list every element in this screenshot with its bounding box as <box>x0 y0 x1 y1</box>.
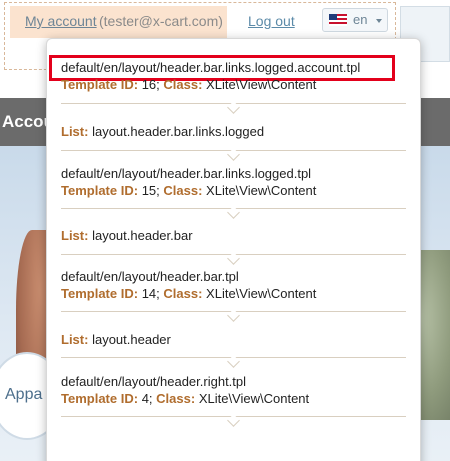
list-entry: List: layout.header <box>61 332 171 347</box>
separator <box>61 309 406 322</box>
template-inspector-popup: default/en/layout/header.bar.links.logge… <box>46 38 421 461</box>
template-path: default/en/layout/header.right.tpl <box>61 374 247 389</box>
template-meta: Template ID: 4; Class: XLite\View\Conten… <box>61 391 310 406</box>
list-entry: List: layout.header.bar.links.logged <box>61 124 264 139</box>
template-entry: default/en/layout/header.bar.tpl Templat… <box>61 269 316 301</box>
template-id-label: Template ID: <box>61 77 139 92</box>
class-label: Class: <box>163 286 203 301</box>
separator <box>61 206 406 219</box>
class-label: Class: <box>156 391 196 406</box>
separator <box>61 355 406 368</box>
us-flag-icon <box>329 14 347 26</box>
template-id-value: 14 <box>141 286 157 301</box>
template-path: default/en/layout/header.bar.tpl <box>61 269 239 284</box>
separator <box>61 414 406 427</box>
class-value: XLite\View\Content <box>206 286 317 301</box>
template-id-value: 15 <box>141 183 157 198</box>
template-path: default/en/layout/header.bar.links.logge… <box>61 166 312 181</box>
template-meta: Template ID: 15; Class: XLite\View\Conte… <box>61 183 317 198</box>
template-entry: default/en/layout/header.right.tpl Templ… <box>61 374 309 406</box>
list-value: layout.header.bar.links.logged <box>92 124 265 139</box>
class-value: XLite\View\Content <box>206 183 317 198</box>
separator <box>61 148 406 161</box>
template-id-value: 16 <box>141 77 157 92</box>
list-label: List: <box>61 124 89 139</box>
language-label: en <box>353 12 368 27</box>
chevron-down-icon <box>376 19 382 23</box>
template-entry: default/en/layout/header.bar.links.logge… <box>61 60 360 92</box>
list-label: List: <box>61 332 89 347</box>
class-value: XLite\View\Content <box>198 391 310 406</box>
template-meta: Template ID: 14; Class: XLite\View\Conte… <box>61 286 317 301</box>
screen: My account (tester@x-cart.com) Log out e… <box>0 0 450 461</box>
account-email: (tester@x-cart.com) <box>99 13 223 29</box>
template-id-label: Template ID: <box>61 391 139 406</box>
list-value: layout.header.bar <box>92 228 193 243</box>
template-meta: Template ID: 16; Class: XLite\View\Conte… <box>61 77 317 92</box>
template-id-label: Template ID: <box>61 286 139 301</box>
category-circle-label: Appa <box>5 386 43 403</box>
separator <box>61 101 406 114</box>
language-selector[interactable]: en <box>322 8 388 32</box>
list-value: layout.header <box>92 332 171 347</box>
class-label: Class: <box>163 183 203 198</box>
separator <box>61 252 406 265</box>
template-id-value: 4 <box>141 391 149 406</box>
template-id-label: Template ID: <box>61 183 139 198</box>
logout-link[interactable]: Log out <box>248 13 295 29</box>
class-label: Class: <box>163 77 203 92</box>
list-entry: List: layout.header.bar <box>61 228 193 243</box>
template-path: default/en/layout/header.bar.links.logge… <box>61 60 361 75</box>
my-account-link[interactable]: My account <box>25 13 97 29</box>
list-label: List: <box>61 228 89 243</box>
class-value: XLite\View\Content <box>206 77 317 92</box>
template-entry: default/en/layout/header.bar.links.logge… <box>61 166 316 198</box>
